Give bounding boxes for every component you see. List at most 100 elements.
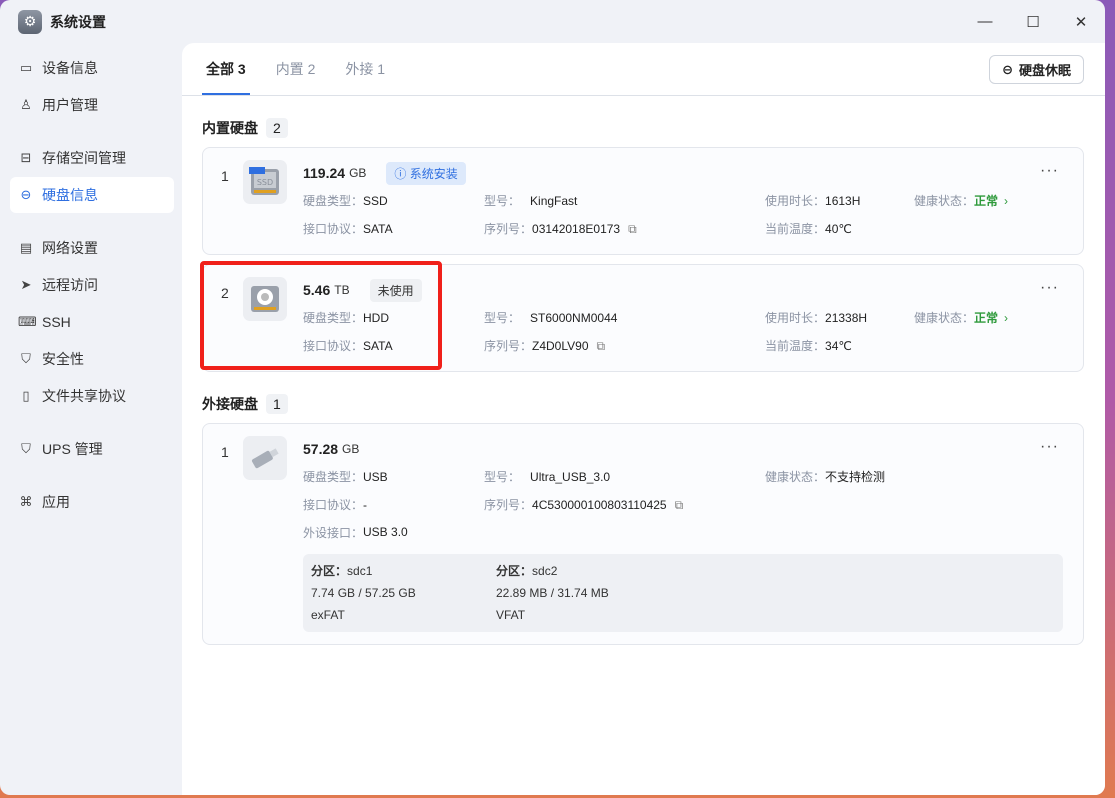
partition-fs: exFAT (311, 608, 345, 622)
button-label: 硬盘休眠 (1018, 63, 1071, 78)
field-label: 使用时长： (765, 310, 826, 325)
sidebar-item-users[interactable]: ♙ 用户管理 (10, 87, 174, 123)
field-label: 接口协议： (303, 221, 364, 236)
field-label: 分区： (496, 564, 533, 578)
field-value: Z4D0LV90 (532, 338, 589, 353)
disk-card[interactable]: 1 ··· 57.28 GB 硬盘类型：USB 型号： Ultra_USB_3.0 健… (202, 423, 1084, 645)
external-section-title: 外接硬盘 1 (202, 394, 1105, 414)
field-value: 40℃ (825, 221, 852, 236)
disk-card[interactable]: 2 ··· 5.46 TB 未使用 硬盘类型：HDD 型号： ST6000NM0044… (202, 264, 1084, 372)
sidebar-item-label: 硬盘信息 (42, 187, 98, 203)
sidebar-item-storage[interactable]: ⊟ 存储空间管理 (10, 140, 174, 176)
field-label: 健康状态： (914, 310, 975, 325)
health-status[interactable]: 健康状态：正常 › (914, 309, 1008, 326)
sidebar-item-device-info[interactable]: ▭ 设备信息 (10, 50, 174, 86)
field-value: SATA (363, 338, 393, 353)
sidebar-item-ssh[interactable]: ⌨ SSH (10, 304, 174, 340)
field-label: 分区： (311, 564, 348, 578)
sidebar-item-network[interactable]: ▤ 网络设置 (10, 230, 174, 266)
health-status[interactable]: 健康状态：正常 › (914, 192, 1008, 209)
disk-size: 57.28 (303, 441, 339, 457)
maximize-button[interactable]: ☐ (1009, 0, 1057, 43)
sidebar-item-label: 文件共享协议 (42, 388, 126, 404)
copy-icon[interactable]: ⧉ (597, 339, 606, 353)
tab-all[interactable]: 全部 3 (202, 43, 250, 95)
send-icon: ➤ (20, 277, 32, 292)
apps-icon: ⌘ (19, 494, 33, 509)
copy-icon[interactable]: ⧉ (628, 222, 637, 236)
field-value: 不支持检测 (825, 469, 886, 484)
sidebar-item-remote[interactable]: ➤ 远程访问 (10, 267, 174, 303)
field-value: USB 3.0 (363, 525, 408, 539)
tab-internal[interactable]: 内置 2 (272, 43, 320, 95)
section-label: 外接硬盘 (202, 396, 258, 412)
sidebar-item-label: 应用 (42, 494, 70, 510)
field-value: 正常 (974, 193, 999, 208)
settings-window: ⚙ 系统设置 — ☐ ✕ ▭ 设备信息 ♙ 用户管理 ⊟ 存储空间管理 ⊖ 硬盘信息 ▤… (0, 0, 1105, 795)
disk-index: 1 (221, 168, 229, 184)
sidebar-item-label: 安全性 (42, 351, 84, 367)
field-label: 健康状态： (914, 193, 975, 208)
count-badge: 1 (266, 394, 288, 414)
sidebar-item-label: UPS 管理 (42, 441, 103, 457)
title-bar: ⚙ 系统设置 — ☐ ✕ (0, 0, 1105, 43)
field-label: 型号： (484, 310, 521, 325)
sidebar-item-apps[interactable]: ⌘ 应用 (10, 484, 174, 520)
badge-label: 系统安装 (409, 166, 458, 181)
code-icon: ⌨ (18, 314, 37, 329)
shield-icon: ⛉ (21, 351, 31, 366)
field-value: 03142018E0173 (532, 221, 621, 236)
sidebar-item-label: 设备信息 (42, 60, 98, 76)
tab-external[interactable]: 外接 1 (341, 43, 389, 95)
disk-icon: ⊖ (1002, 61, 1013, 77)
storage-icon: ⊟ (20, 150, 32, 165)
sidebar-item-label: 用户管理 (42, 97, 98, 113)
partition-name: sdc2 (532, 564, 558, 578)
more-menu-button[interactable]: ··· (1040, 279, 1059, 297)
chevron-right-icon: › (1004, 193, 1009, 208)
field-label: 硬盘类型： (303, 310, 364, 325)
gear-icon: ⚙ (18, 9, 42, 34)
field-label: 硬盘类型： (303, 193, 364, 208)
disk-card[interactable]: 1 SSD ··· 119.24 GB ⓘ 系统安装 硬盘类型：SSD 型号： Kin… (202, 147, 1084, 255)
field-label: 当前温度： (765, 338, 826, 353)
sidebar-item-file-sharing[interactable]: ▯ 文件共享协议 (10, 378, 174, 414)
field-label: 硬盘类型： (303, 469, 364, 484)
partition-fs: VFAT (496, 608, 526, 622)
more-menu-button[interactable]: ··· (1040, 162, 1059, 180)
device-icon: ▭ (19, 60, 33, 75)
field-value: 21338H (825, 310, 868, 325)
sidebar-item-label: 远程访问 (42, 277, 98, 293)
field-label: 接口协议： (303, 497, 364, 512)
close-button[interactable]: ✕ (1057, 0, 1105, 43)
more-menu-button[interactable]: ··· (1040, 438, 1059, 456)
svg-text:SSD: SSD (257, 178, 273, 187)
disk-size-unit: TB (334, 283, 350, 297)
disk-index: 2 (221, 285, 229, 301)
disk-sleep-button[interactable]: ⊖ 硬盘休眠 (989, 55, 1084, 84)
system-install-badge: ⓘ 系统安装 (386, 161, 466, 185)
field-value: KingFast (530, 193, 578, 208)
ups-icon: ⛉ (21, 441, 31, 456)
copy-icon[interactable]: ⧉ (675, 498, 684, 512)
file-icon: ▯ (22, 388, 30, 403)
tab-bar: 全部 3 内置 2 外接 1 ⊖ 硬盘休眠 (182, 43, 1105, 96)
user-settings-icon: ♙ (20, 97, 32, 112)
sidebar-item-label: 网络设置 (42, 240, 98, 256)
usb-drive-icon (243, 436, 287, 480)
field-label: 使用时长： (765, 193, 826, 208)
field-label: 型号： (484, 193, 521, 208)
sidebar-item-ups[interactable]: ⛉ UPS 管理 (10, 431, 174, 467)
field-value: - (363, 497, 368, 512)
app-title: 系统设置 (50, 13, 106, 30)
partition-usage: 22.89 MB / 31.74 MB (496, 586, 609, 600)
minimize-button[interactable]: — (961, 0, 1009, 43)
count-badge: 2 (266, 118, 288, 138)
partition-usage: 7.74 GB / 57.25 GB (311, 586, 416, 600)
sidebar-item-label: SSH (42, 314, 71, 330)
disk-size: 5.46 (303, 282, 331, 298)
field-label: 型号： (484, 469, 521, 484)
field-value: SATA (363, 221, 393, 236)
sidebar-item-disk-info[interactable]: ⊖ 硬盘信息 (10, 177, 174, 213)
sidebar-item-security[interactable]: ⛉ 安全性 (10, 341, 174, 377)
